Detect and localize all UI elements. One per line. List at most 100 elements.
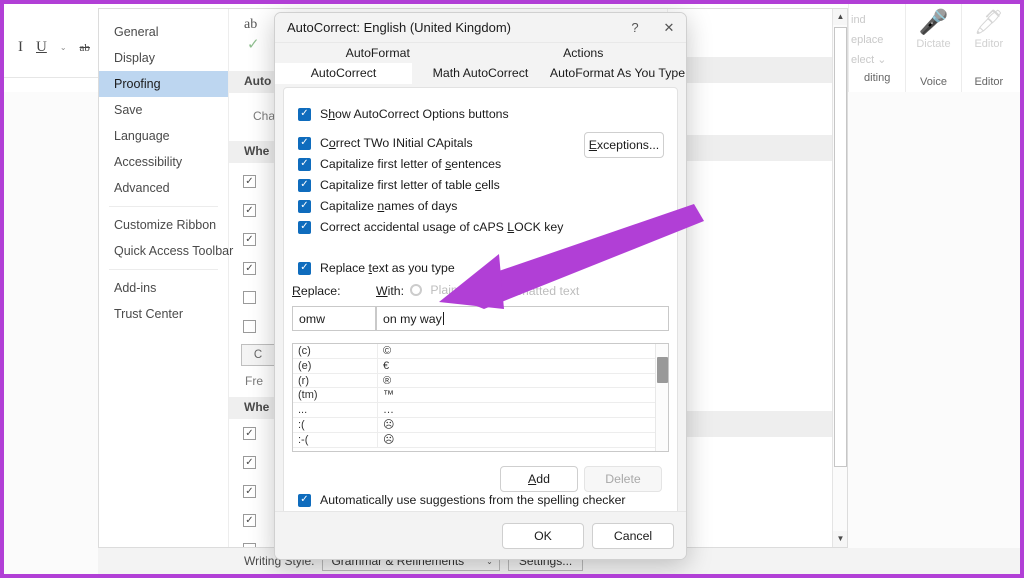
checkbox-box — [298, 261, 311, 275]
list-item-replace: :-( — [293, 432, 378, 447]
checkbox-auto-suggest-spelling[interactable]: Automatically use suggestions from the s… — [298, 493, 626, 507]
checkbox-label: Correct TWo INitial CApitals — [320, 136, 473, 150]
tab-row-1: AutoFormat Actions — [275, 43, 686, 63]
ribbon-group-voice: 🎤 Dictate Voice — [905, 4, 960, 92]
checkbox-capitalize-first-letter-sentences[interactable]: Capitalize first letter of sentences — [298, 157, 501, 171]
tab-autocorrect[interactable]: AutoCorrect — [275, 63, 412, 84]
underline-icon[interactable]: U — [36, 39, 47, 56]
bg-checkbox-6[interactable] — [243, 320, 256, 333]
sidebar-item-language[interactable]: Language — [99, 123, 228, 149]
tab-autoformat-as-you-type[interactable]: AutoFormat As You Type — [549, 63, 686, 83]
autocorrect-entries-list[interactable]: (c) © (e) € (r) ® (tm) ™... …:(☹:-(☹ — [292, 343, 669, 452]
checkbox-box — [298, 199, 311, 213]
editor-item[interactable]: Editor — [974, 38, 1003, 50]
tab-math-autocorrect[interactable]: Math AutoCorrect — [412, 63, 549, 83]
bg-checkbox-4[interactable]: ✓ — [243, 262, 256, 275]
list-item[interactable]: (c) © — [293, 344, 668, 359]
strikethrough-icon[interactable]: ab — [80, 42, 90, 54]
ribbon-group-label-editor: Editor — [974, 76, 1004, 88]
exceptions-button[interactable]: Exceptions... — [584, 132, 664, 158]
sidebar-item-general[interactable]: General — [99, 19, 228, 45]
sidebar-item-save[interactable]: Save — [99, 97, 228, 123]
bg-custom-dictionaries-button[interactable]: C — [241, 344, 275, 366]
list-item[interactable]: ...… — [293, 403, 668, 418]
list-item[interactable]: (r) ® — [293, 373, 668, 389]
sidebar-item-proofing[interactable]: Proofing — [99, 71, 228, 97]
list-item-with: € — [383, 359, 390, 372]
sidebar-item-trust-center[interactable]: Trust Center — [99, 301, 228, 327]
list-item[interactable]: :(☹ — [293, 417, 668, 433]
list-item-replace: :( — [293, 417, 378, 432]
cancel-button[interactable]: Cancel — [592, 523, 674, 549]
editor-pen-icon[interactable]: 🖊 — [974, 10, 1004, 36]
checkbox-show-autocorrect-options[interactable]: Show AutoCorrect Options buttons — [298, 107, 509, 121]
checkbox-correct-two-initial-capitals[interactable]: Correct TWo INitial CApitals — [298, 136, 473, 150]
french-modes-label: Fre — [245, 374, 263, 388]
checkbox-box — [298, 157, 311, 171]
dialog-tabs: AutoFormat Actions AutoCorrect Math Auto… — [275, 43, 686, 84]
list-item-replace: (tm) — [293, 388, 378, 403]
change-text: Cha — [253, 109, 276, 123]
select-item[interactable]: elect ⌄ — [851, 50, 887, 70]
screenshot-frame: I U ⌄ ab ind eplace elect ⌄ diting 🎤 Dic… — [0, 0, 1024, 578]
scroll-up-arrow-icon[interactable]: ▲ — [833, 9, 847, 25]
ribbon-group-editor: 🖊 Editor Editor — [960, 4, 1016, 92]
checkbox-box — [298, 178, 311, 192]
bg-checkbox-1[interactable]: ✓ — [243, 175, 256, 188]
sidebar-item-customize-ribbon[interactable]: Customize Ribbon — [99, 212, 228, 238]
replace-input-value: omw — [299, 311, 325, 326]
find-item[interactable]: ind — [851, 10, 866, 30]
bg-checkbox-7[interactable]: ✓ — [243, 427, 256, 440]
options-scrollbar[interactable]: ▲ ▼ — [832, 9, 847, 547]
sidebar-item-advanced[interactable]: Advanced — [99, 175, 228, 201]
checkbox-label: Automatically use suggestions from the s… — [320, 493, 626, 507]
list-item-with: … — [383, 404, 394, 417]
delete-button: Delete — [584, 466, 662, 492]
bg-checkbox-9[interactable]: ✓ — [243, 485, 256, 498]
ok-button[interactable]: OK — [502, 523, 584, 549]
sidebar-item-accessibility[interactable]: Accessibility — [99, 149, 228, 175]
checkbox-box — [298, 493, 311, 507]
replace-item[interactable]: eplace — [851, 30, 883, 50]
sidebar-item-add-ins[interactable]: Add-ins — [99, 275, 228, 301]
dialog-footer: OK Cancel — [275, 511, 686, 559]
help-icon[interactable]: ? — [618, 14, 652, 42]
add-button[interactable]: Add — [500, 466, 578, 492]
microphone-icon[interactable]: 🎤 — [919, 10, 949, 36]
ribbon-group-label-editing: diting — [864, 72, 891, 84]
bg-checkbox-2[interactable]: ✓ — [243, 204, 256, 217]
list-scrollbar[interactable] — [655, 344, 668, 451]
italic-icon[interactable]: I — [18, 39, 23, 56]
bg-checkbox-5[interactable] — [243, 291, 256, 304]
list-item[interactable]: (e) € — [293, 358, 668, 374]
sidebar-item-display[interactable]: Display — [99, 45, 228, 71]
ribbon-right-groups: ind eplace elect ⌄ diting 🎤 Dictate Voic… — [848, 4, 1016, 92]
list-item[interactable]: (tm) ™ — [293, 388, 668, 404]
tab-actions[interactable]: Actions — [481, 43, 687, 63]
when-heading-1: Whe — [244, 144, 270, 158]
ribbon-group-label-voice: Voice — [920, 76, 947, 88]
bg-checkbox-3[interactable]: ✓ — [243, 233, 256, 246]
list-item-with: ® — [383, 374, 392, 387]
ribbon-group-editing: ind eplace elect ⌄ diting — [848, 4, 905, 92]
bg-checkbox-10[interactable]: ✓ — [243, 514, 256, 527]
tab-autoformat[interactable]: AutoFormat — [275, 43, 481, 63]
list-item-replace: (c) — [293, 344, 378, 358]
chevron-down-icon[interactable]: ⌄ — [60, 43, 67, 52]
list-item[interactable]: :-(☹ — [293, 432, 668, 448]
scrollbar-thumb[interactable] — [834, 27, 847, 467]
abc-spellcheck-icon: ab — [244, 17, 258, 32]
bg-checkbox-11[interactable] — [243, 543, 256, 547]
list-item-replace: (r) — [293, 373, 378, 388]
replace-input[interactable]: omw — [292, 306, 376, 331]
dictate-item[interactable]: Dictate — [916, 38, 950, 50]
sidebar-item-quick-access-toolbar[interactable]: Quick Access Toolbar — [99, 238, 233, 264]
checkbox-capitalize-first-letter-table-cells[interactable]: Capitalize first letter of table cells — [298, 178, 500, 192]
scroll-down-arrow-icon[interactable]: ▼ — [833, 531, 847, 547]
word-options-sidebar: General Display Proofing Save Language A… — [99, 9, 233, 547]
bg-checkbox-8[interactable]: ✓ — [243, 456, 256, 469]
list-item-with: © — [383, 345, 392, 357]
close-icon[interactable]: ✕ — [652, 14, 686, 42]
list-scrollbar-thumb[interactable] — [657, 357, 668, 383]
list-rows: (c) © (e) € (r) ® (tm) ™... …:(☹:-(☹ — [293, 344, 668, 448]
